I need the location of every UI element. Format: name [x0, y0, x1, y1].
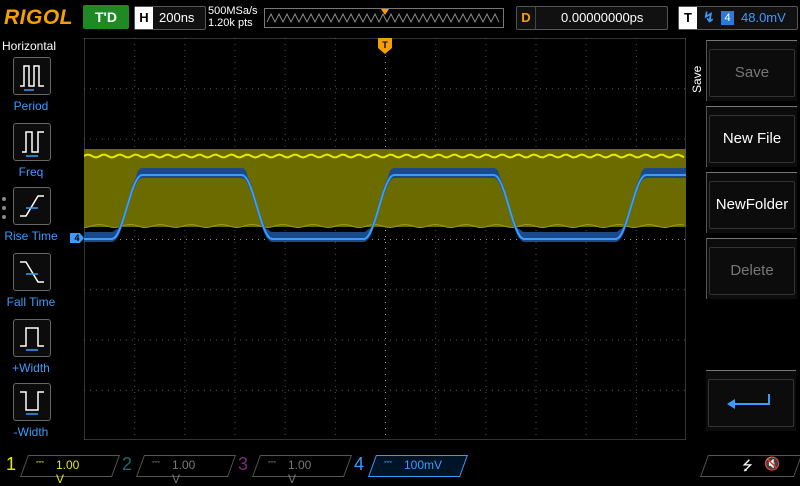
new-folder-button[interactable]: NewFolder: [706, 172, 797, 233]
overview-waveform-icon: [266, 9, 500, 24]
new-folder-label: NewFolder: [709, 181, 795, 229]
channel-4-coupling-icon: ⎓: [384, 457, 392, 468]
channel-2-coupling-icon: ⎓: [152, 457, 160, 468]
trigger-tag: T: [679, 7, 697, 29]
horizontal-timebase[interactable]: H 200ns: [134, 6, 206, 30]
rising-edge-icon: ↯: [703, 9, 715, 25]
save-button-label: Save: [709, 49, 795, 97]
measure-rise-time[interactable]: Rise Time: [2, 187, 60, 251]
delete-label: Delete: [709, 247, 795, 295]
sample-info: 500MSa/s 1.20k pts: [208, 5, 258, 29]
return-button[interactable]: [706, 370, 796, 431]
sample-rate: 500MSa/s: [208, 5, 258, 17]
positive-width-label: +Width: [12, 361, 50, 375]
channel-3-scale: 1.00 V: [288, 458, 312, 486]
channel-4-number: 4: [354, 454, 365, 474]
usb-icon: ⭍: [742, 458, 753, 473]
channel-2-number: 2: [122, 454, 133, 474]
rise-time-label: Rise Time: [4, 229, 58, 243]
frequency-icon: [13, 123, 51, 161]
system-status: ⭍ 🔇: [699, 455, 800, 477]
ch4-offset-marker[interactable]: 4: [70, 233, 84, 243]
horizontal-tag: H: [135, 7, 153, 29]
fall-time-icon: [13, 253, 51, 291]
channel-3-number: 3: [238, 454, 249, 474]
channel-4-scale: 100mV: [404, 458, 443, 472]
speaker-muted-icon[interactable]: 🔇: [764, 456, 780, 472]
rigol-logo: RIGOL: [4, 6, 73, 29]
channel-3-coupling-icon: ⎓: [268, 457, 276, 468]
waveform-display[interactable]: T: [84, 38, 686, 440]
save-menu-title: Save: [690, 65, 704, 93]
save-menu-header: Save: [686, 37, 706, 217]
negative-width-label: -Width: [13, 425, 49, 439]
channel-2-scale: 1.00 V: [172, 458, 196, 486]
save-button[interactable]: Save: [706, 40, 797, 101]
measure-negative-width[interactable]: -Width: [2, 383, 60, 447]
measure-positive-width[interactable]: +Width: [2, 319, 60, 383]
period-label: Period: [13, 99, 49, 113]
top-status-bar: RIGOL T'D H 200ns 500MSa/s 1.20k pts D 0…: [0, 0, 800, 36]
channel-bar: 1 ⎓ 1.00 V 2 ⎓ 1.00 V 3 ⎓ 1.00 V 4 ⎓ 100…: [0, 452, 800, 486]
freq-label: Freq: [18, 165, 44, 179]
channel-1-coupling-icon: ⎓: [36, 457, 44, 468]
measure-freq[interactable]: Freq: [2, 123, 60, 187]
fall-time-label: Fall Time: [6, 295, 56, 309]
delay-value: 0.00000000ps: [561, 10, 644, 25]
svg-text:T: T: [382, 40, 388, 50]
measure-fall-time[interactable]: Fall Time: [2, 253, 60, 317]
return-arrow-icon: [708, 379, 794, 427]
measure-period[interactable]: Period: [2, 57, 60, 121]
delay-tag: D: [517, 7, 536, 29]
run-state-indicator[interactable]: T'D: [83, 5, 129, 29]
ch4-marker-label: 4: [74, 233, 80, 243]
new-file-label: New File: [709, 115, 795, 163]
delete-button[interactable]: Delete: [706, 238, 797, 299]
memory-depth: 1.20k pts: [208, 17, 253, 29]
delay-box[interactable]: D 0.00000000ps: [516, 6, 668, 30]
measure-menu: Horizontal Period Freq Rise Time Fall Ti…: [0, 37, 62, 448]
channel-1-number: 1: [6, 454, 17, 474]
save-menu: Save Save New File NewFolder Delete: [686, 37, 800, 448]
trigger-level: 48.0mV: [741, 10, 786, 25]
new-file-button[interactable]: New File: [706, 106, 797, 167]
channel-1-scale: 1.00 V: [56, 458, 80, 486]
waveform-overview[interactable]: [264, 8, 504, 28]
trigger-box[interactable]: T ↯ 4 48.0mV: [678, 6, 798, 30]
negative-width-icon: [13, 383, 51, 421]
positive-width-icon: [13, 319, 51, 357]
timebase-value: 200ns: [159, 10, 195, 25]
measure-menu-title: Horizontal: [2, 39, 57, 53]
trigger-source: 4: [721, 11, 734, 25]
period-icon: [13, 57, 51, 95]
rise-time-icon: [13, 187, 51, 225]
